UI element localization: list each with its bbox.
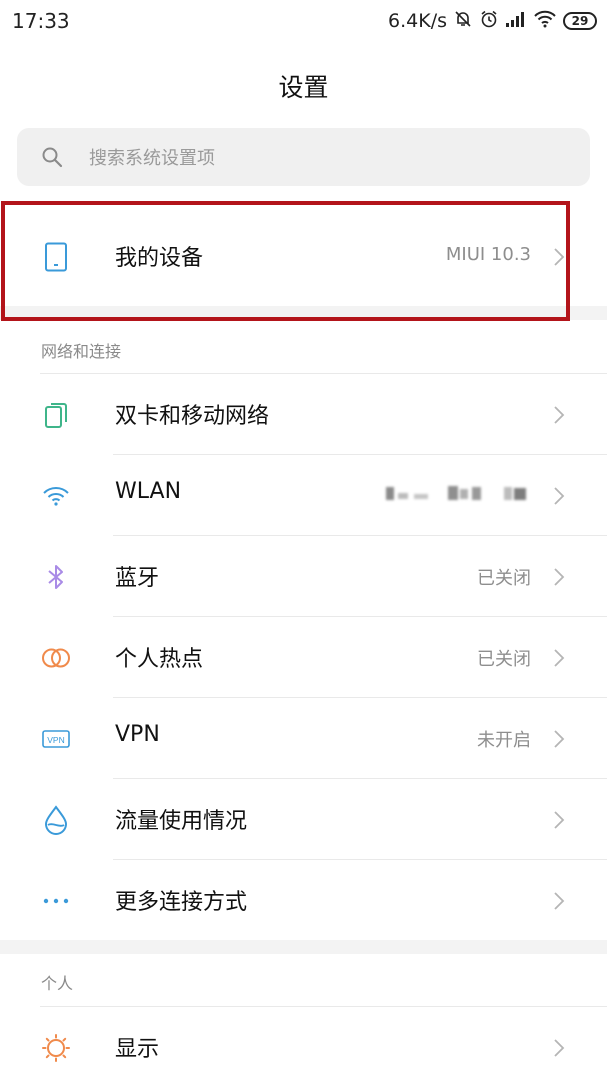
dual-sim-icon	[40, 400, 72, 430]
my-device-row[interactable]: 我的设备 MIUI 10.3	[0, 216, 607, 296]
row-label: 更多连接方式	[115, 890, 248, 915]
svg-text:VPN: VPN	[47, 735, 64, 745]
section-header-network: 网络和连接	[41, 342, 122, 361]
battery-icon: 29	[563, 12, 597, 30]
phone-icon	[40, 242, 72, 272]
row-label: VPN	[115, 722, 160, 747]
status-bar: 17:33 6.4K/s 29	[0, 0, 607, 42]
row-label: 流量使用情况	[115, 809, 248, 834]
mute-icon	[453, 9, 473, 34]
search-icon	[42, 147, 63, 168]
my-device-label: 我的设备	[115, 246, 204, 271]
wifi-icon	[533, 10, 557, 33]
row-label: 显示	[115, 1037, 160, 1062]
data-usage-icon	[40, 805, 72, 835]
more-icon	[40, 886, 72, 916]
search-bar[interactable]	[17, 128, 590, 186]
network-speed: 6.4K/s	[388, 10, 447, 32]
row-value: 已关闭	[477, 568, 531, 589]
my-device-version: MIUI 10.3	[445, 244, 531, 265]
row-label: 个人热点	[115, 647, 204, 672]
brightness-icon	[40, 1033, 72, 1063]
page-title: 设置	[278, 73, 329, 102]
wlan-network-name-redacted	[386, 483, 531, 508]
row-dual-sim[interactable]: 双卡和移动网络	[0, 374, 607, 454]
wifi-icon	[40, 481, 72, 511]
row-wlan[interactable]: WLAN	[0, 455, 607, 535]
chevron-right-icon	[554, 649, 565, 667]
signal-icon	[505, 10, 527, 33]
row-more-connections[interactable]: 更多连接方式	[0, 860, 607, 940]
bluetooth-icon	[40, 562, 72, 592]
search-input[interactable]	[87, 140, 571, 176]
section-header-personal: 个人	[41, 974, 74, 993]
vpn-icon: VPN	[40, 724, 72, 754]
chevron-right-icon	[554, 406, 565, 424]
chevron-right-icon	[554, 892, 565, 910]
row-display[interactable]: 显示	[0, 1007, 607, 1087]
row-data-usage[interactable]: 流量使用情况	[0, 779, 607, 859]
section-divider	[0, 306, 607, 320]
section-divider	[0, 940, 607, 954]
row-value: 已关闭	[477, 649, 531, 670]
hotspot-icon	[40, 643, 72, 673]
chevron-right-icon	[554, 730, 565, 748]
chevron-right-icon	[554, 811, 565, 829]
status-time: 17:33	[12, 9, 70, 33]
chevron-right-icon	[554, 248, 565, 266]
row-value: 未开启	[477, 730, 531, 751]
row-label: WLAN	[115, 479, 182, 504]
alarm-icon	[479, 9, 499, 34]
chevron-right-icon	[554, 487, 565, 505]
row-bluetooth[interactable]: 蓝牙 已关闭	[0, 536, 607, 616]
chevron-right-icon	[554, 1039, 565, 1057]
status-icons: 6.4K/s 29	[388, 7, 597, 35]
row-label: 蓝牙	[115, 566, 160, 591]
row-vpn[interactable]: VPN VPN 未开启	[0, 698, 607, 778]
row-hotspot[interactable]: 个人热点 已关闭	[0, 617, 607, 697]
row-label: 双卡和移动网络	[115, 404, 270, 429]
chevron-right-icon	[554, 568, 565, 586]
